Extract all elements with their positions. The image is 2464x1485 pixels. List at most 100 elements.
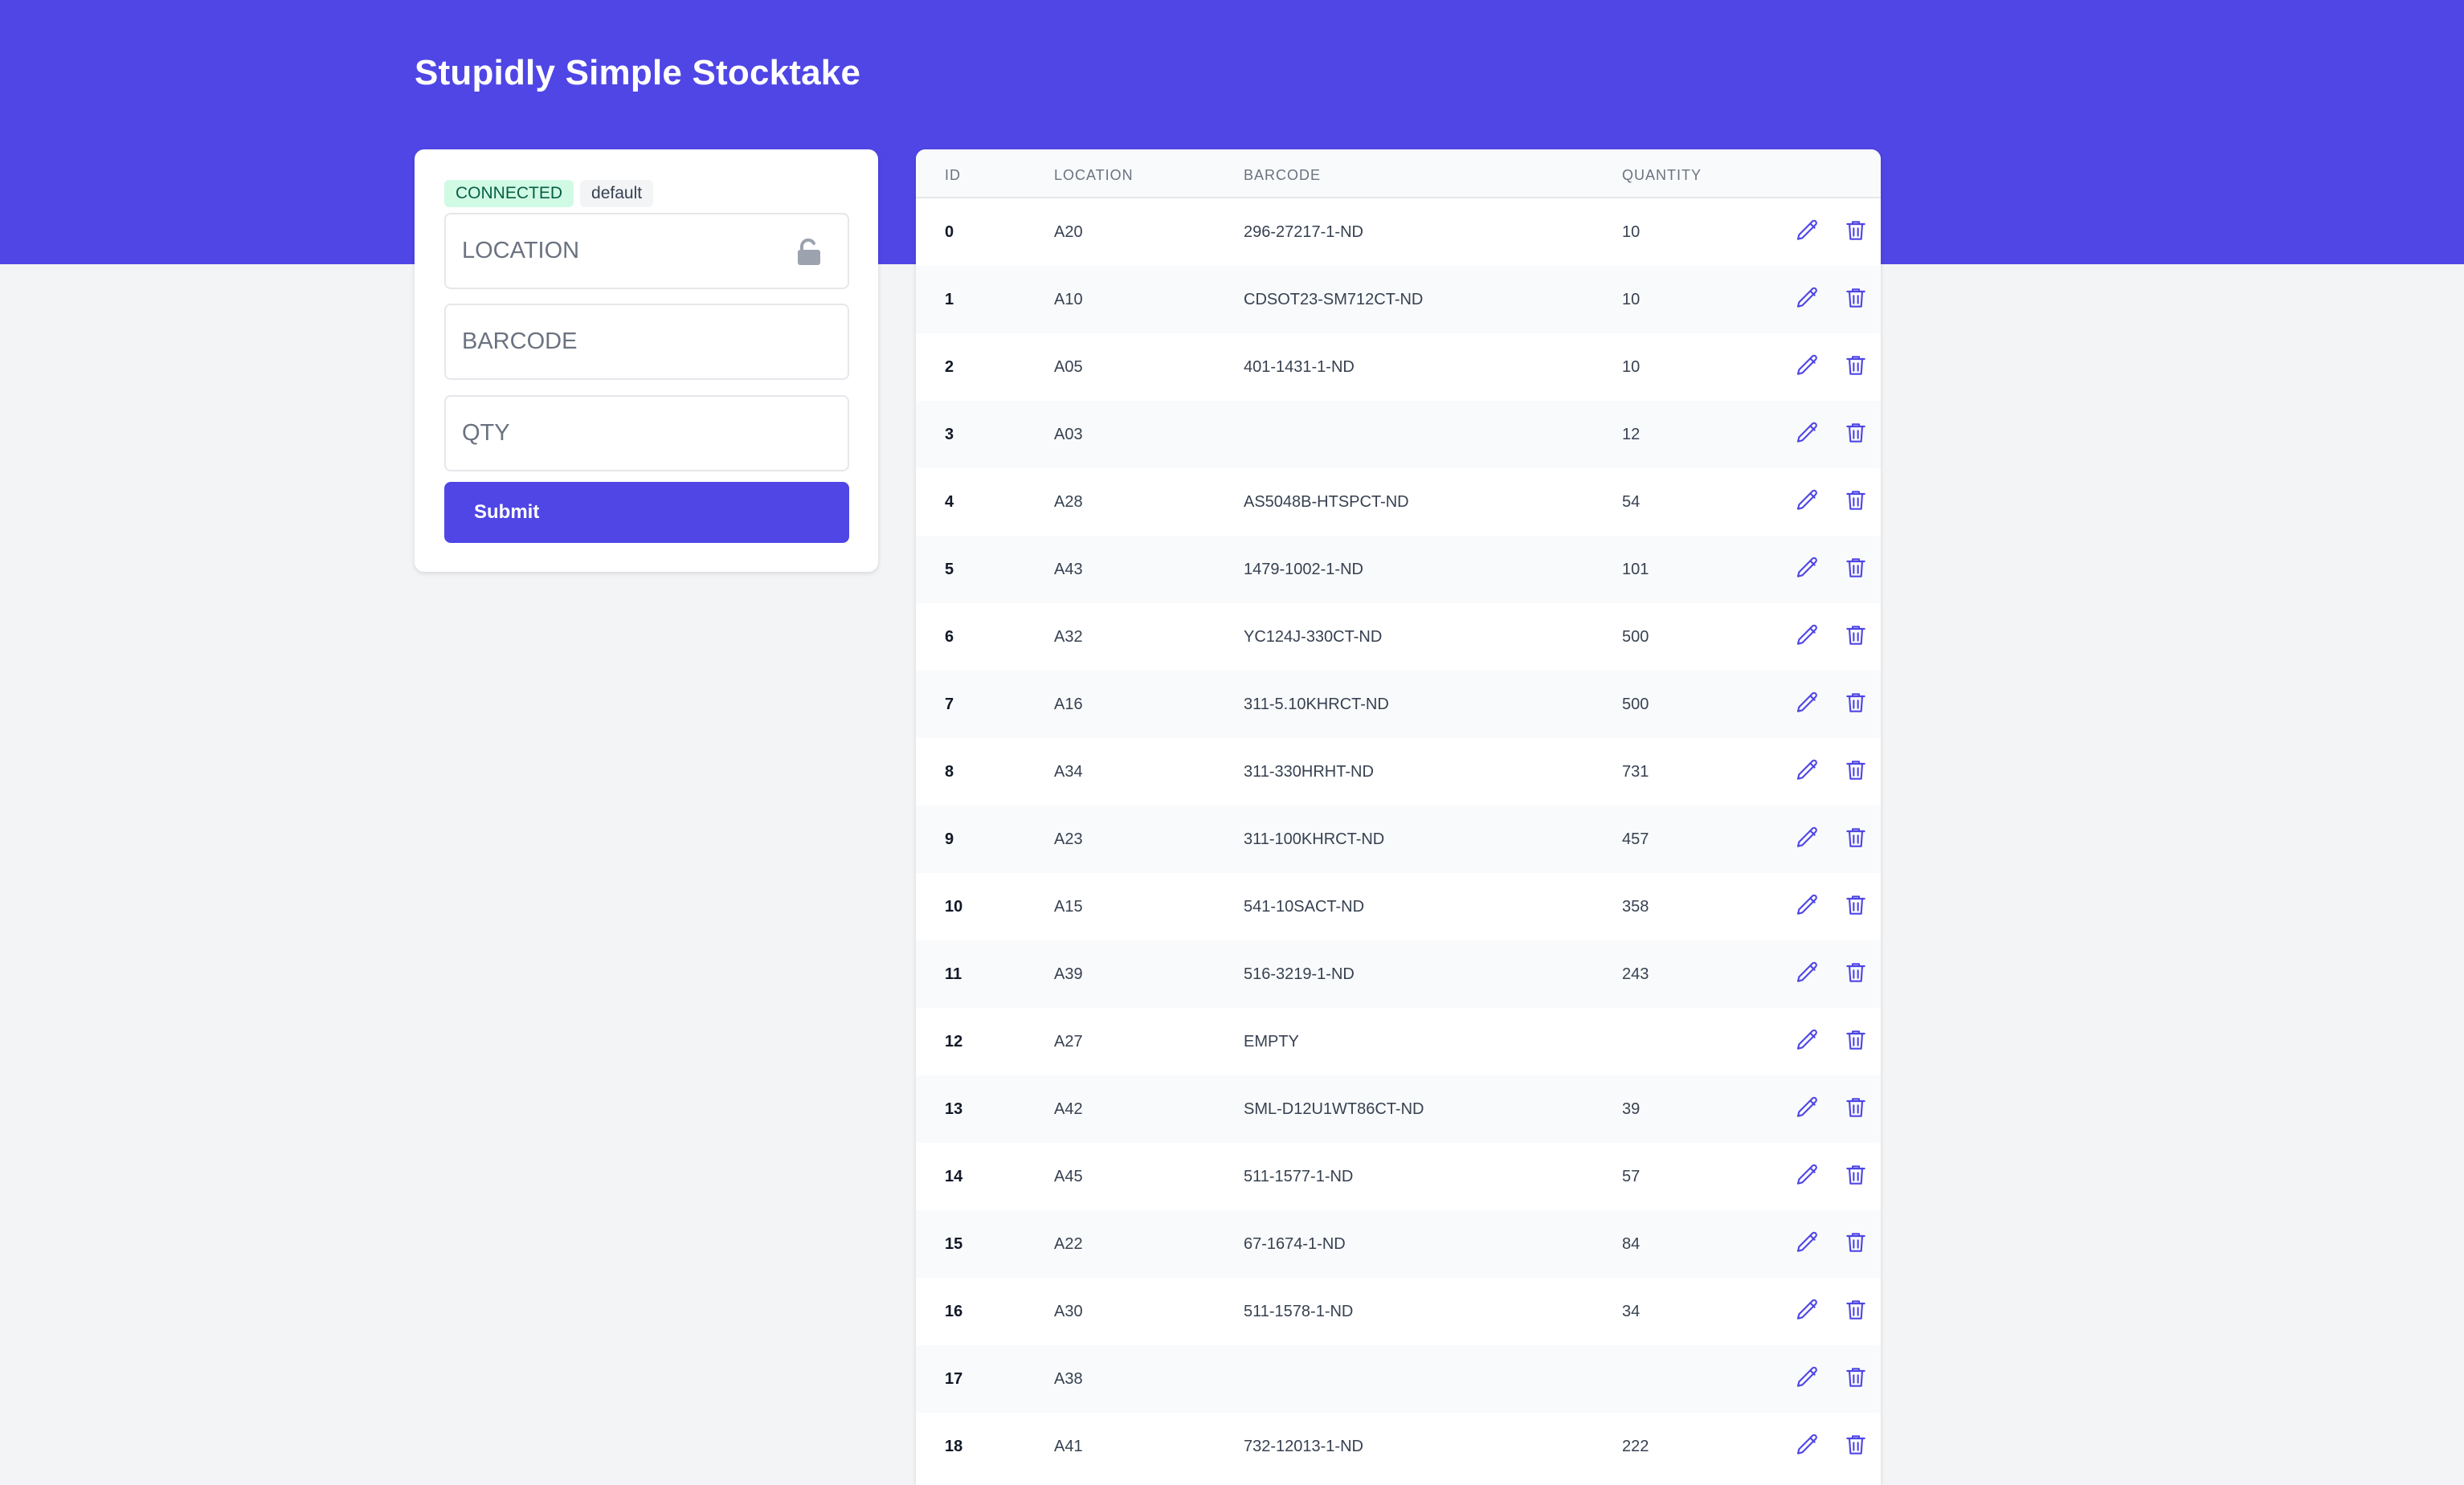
cell-location: A38 [1054, 1370, 1083, 1388]
trash-icon[interactable] [1843, 218, 1869, 243]
cell-id: 1 [945, 291, 954, 308]
table-row: 11 A39 516-3219-1-ND 243 [916, 940, 1881, 1008]
trash-icon[interactable] [1843, 1365, 1869, 1390]
trash-icon[interactable] [1843, 420, 1869, 446]
trash-icon[interactable] [1843, 488, 1869, 513]
cell-id: 6 [945, 628, 954, 646]
cell-barcode: YC124J-330CT-ND [1244, 628, 1383, 646]
table-row: 17 A38 [916, 1345, 1881, 1413]
connection-status-badge: CONNECTED [444, 180, 574, 207]
pencil-icon[interactable] [1795, 1027, 1820, 1053]
cell-location: A28 [1054, 493, 1083, 511]
location-field [444, 213, 849, 289]
table-body: 0 A20 296-27217-1-ND 10 1 A10 CDSOT23-SM… [916, 198, 1881, 1480]
cell-barcode: 311-5.10KHRCT-ND [1244, 696, 1389, 713]
table-row: 6 A32 YC124J-330CT-ND 500 [916, 603, 1881, 671]
column-header-barcode: BARCODE [1244, 167, 1322, 183]
pencil-icon[interactable] [1795, 1095, 1820, 1120]
cell-location: A32 [1054, 628, 1083, 646]
cell-location: A15 [1054, 898, 1083, 916]
pencil-icon[interactable] [1795, 488, 1820, 513]
pencil-icon[interactable] [1795, 1432, 1820, 1458]
cell-id: 12 [945, 1033, 963, 1051]
cell-quantity: 39 [1622, 1100, 1641, 1118]
cell-id: 13 [945, 1100, 963, 1118]
cell-quantity: 10 [1622, 291, 1641, 308]
cell-id: 5 [945, 561, 954, 578]
cell-id: 2 [945, 358, 954, 376]
cell-quantity: 34 [1622, 1303, 1641, 1320]
cell-barcode: 541-10SACT-ND [1244, 898, 1365, 916]
trash-icon[interactable] [1843, 1230, 1869, 1255]
table-row: 2 A05 401-1431-1-ND 10 [916, 333, 1881, 401]
pencil-icon[interactable] [1795, 420, 1820, 446]
cell-quantity: 358 [1622, 898, 1649, 916]
submit-button[interactable]: Submit [444, 482, 849, 543]
trash-icon[interactable] [1843, 1432, 1869, 1458]
table-row: 13 A42 SML-D12U1WT86CT-ND 39 [916, 1075, 1881, 1143]
trash-icon[interactable] [1843, 757, 1869, 783]
pencil-icon[interactable] [1795, 555, 1820, 581]
pencil-icon[interactable] [1795, 892, 1820, 918]
cell-location: A34 [1054, 763, 1083, 781]
trash-icon[interactable] [1843, 555, 1869, 581]
cell-barcode: 511-1578-1-ND [1244, 1303, 1354, 1320]
trash-icon[interactable] [1843, 825, 1869, 851]
trash-icon[interactable] [1843, 1027, 1869, 1053]
qty-field [444, 395, 849, 471]
cell-id: 17 [945, 1370, 963, 1388]
table-row: 8 A34 311-330HRHT-ND 731 [916, 738, 1881, 806]
cell-location: A45 [1054, 1168, 1083, 1185]
column-header-quantity: QUANTITY [1622, 167, 1702, 183]
cell-id: 16 [945, 1303, 963, 1320]
cell-barcode: 511-1577-1-ND [1244, 1168, 1354, 1185]
pencil-icon[interactable] [1795, 1365, 1820, 1390]
trash-icon[interactable] [1843, 622, 1869, 648]
table-row: 18 A41 732-12013-1-ND 222 [916, 1413, 1881, 1480]
cell-id: 8 [945, 763, 954, 781]
trash-icon[interactable] [1843, 1162, 1869, 1188]
table-header: ID LOCATION BARCODE QUANTITY [916, 149, 1881, 198]
cell-quantity: 10 [1622, 358, 1641, 376]
trash-icon[interactable] [1843, 690, 1869, 716]
cell-quantity: 500 [1622, 628, 1649, 646]
trash-icon[interactable] [1843, 285, 1869, 311]
trash-icon[interactable] [1843, 960, 1869, 985]
cell-location: A20 [1054, 223, 1083, 241]
trash-icon[interactable] [1843, 1297, 1869, 1323]
cell-barcode: 732-12013-1-ND [1244, 1438, 1363, 1455]
table-row: 14 A45 511-1577-1-ND 57 [916, 1143, 1881, 1210]
page-title: Stupidly Simple Stocktake [415, 53, 861, 92]
pencil-icon[interactable] [1795, 1230, 1820, 1255]
barcode-input[interactable] [462, 328, 832, 355]
cell-barcode: 67-1674-1-ND [1244, 1235, 1346, 1253]
location-input[interactable] [462, 238, 832, 264]
cell-id: 18 [945, 1438, 963, 1455]
stocktake-form-card: CONNECTED default Submit [415, 149, 878, 572]
pencil-icon[interactable] [1795, 960, 1820, 985]
pencil-icon[interactable] [1795, 825, 1820, 851]
cell-id: 7 [945, 696, 954, 713]
cell-id: 11 [945, 965, 962, 983]
trash-icon[interactable] [1843, 1095, 1869, 1120]
cell-quantity: 54 [1622, 493, 1641, 511]
cell-location: A43 [1054, 561, 1083, 578]
pencil-icon[interactable] [1795, 353, 1820, 378]
pencil-icon[interactable] [1795, 757, 1820, 783]
pencil-icon[interactable] [1795, 1162, 1820, 1188]
cell-barcode: SML-D12U1WT86CT-ND [1244, 1100, 1424, 1118]
cell-location: A23 [1054, 830, 1083, 848]
cell-quantity: 12 [1622, 426, 1641, 443]
trash-icon[interactable] [1843, 892, 1869, 918]
pencil-icon[interactable] [1795, 218, 1820, 243]
trash-icon[interactable] [1843, 353, 1869, 378]
pencil-icon[interactable] [1795, 690, 1820, 716]
pencil-icon[interactable] [1795, 622, 1820, 648]
cell-barcode: 516-3219-1-ND [1244, 965, 1355, 983]
qty-input[interactable] [462, 420, 832, 447]
pencil-icon[interactable] [1795, 285, 1820, 311]
unlocked-padlock-icon[interactable] [796, 238, 822, 270]
cell-quantity: 500 [1622, 696, 1649, 713]
barcode-field [444, 304, 849, 380]
pencil-icon[interactable] [1795, 1297, 1820, 1323]
